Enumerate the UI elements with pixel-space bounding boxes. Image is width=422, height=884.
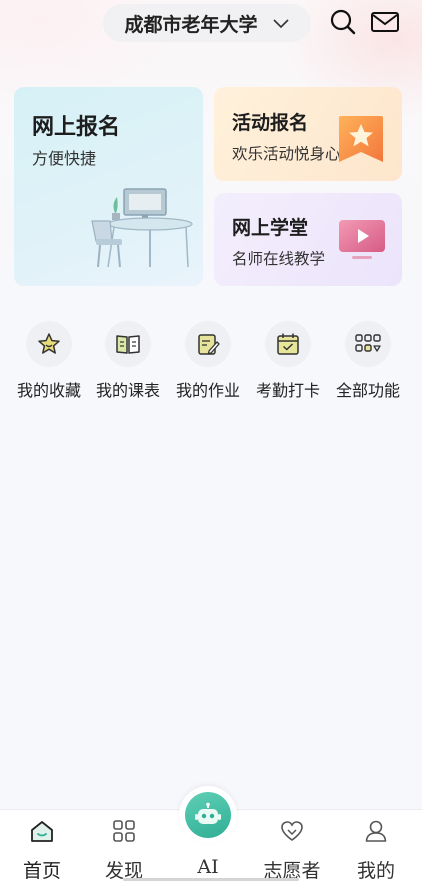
- mail-icon[interactable]: [370, 8, 400, 36]
- home-icon: [31, 821, 53, 842]
- quick-all-functions-label: 全部功能: [335, 381, 400, 400]
- online-signup-subtitle: 方便快捷: [32, 149, 97, 168]
- tab-ai-label: AI: [197, 856, 219, 878]
- activity-signup-subtitle: 欢乐活动悦身心: [232, 145, 341, 163]
- online-class-card[interactable]: 网上学堂 名师在线教学: [214, 193, 402, 286]
- online-class-subtitle: 名师在线教学: [232, 250, 326, 268]
- tab-profile-label: 我的: [356, 860, 395, 882]
- tab-discover[interactable]: 发现: [82, 810, 166, 884]
- quick-favorites-label: 我的收藏: [16, 381, 81, 400]
- quick-homework-label: 我的作业: [175, 381, 240, 400]
- online-class-title: 网上学堂: [232, 217, 309, 239]
- school-selector[interactable]: 成都市老年大学: [103, 4, 311, 42]
- search-icon[interactable]: [329, 8, 357, 36]
- volunteer-heart-icon: [281, 821, 303, 841]
- quick-favorites[interactable]: 我的收藏: [9, 321, 89, 401]
- tab-profile[interactable]: 我的: [334, 810, 418, 884]
- school-name: 成都市老年大学: [124, 13, 258, 36]
- robot-icon: [195, 802, 221, 824]
- quick-homework[interactable]: 我的作业: [168, 321, 248, 401]
- home-indicator: [123, 878, 299, 881]
- quick-schedule[interactable]: 我的课表: [88, 321, 168, 401]
- online-signup-title: 网上报名: [32, 114, 121, 140]
- video-play-icon: [339, 220, 385, 259]
- profile-icon: [365, 820, 387, 842]
- quick-attendance-label: 考勤打卡: [255, 381, 320, 400]
- quick-schedule-label: 我的课表: [95, 381, 160, 400]
- tab-home[interactable]: 首页: [0, 810, 84, 884]
- homework-icon: [198, 334, 220, 355]
- tab-volunteer[interactable]: 志愿者: [250, 810, 334, 884]
- desk-illustration-icon: [91, 188, 193, 268]
- activity-signup-card[interactable]: 活动报名 欢乐活动悦身心: [214, 87, 402, 181]
- quick-all-functions[interactable]: 全部功能: [328, 321, 408, 401]
- online-signup-card[interactable]: 网上报名 方便快捷: [14, 87, 203, 286]
- book-icon: [116, 335, 140, 354]
- calendar-check-icon: [277, 333, 299, 355]
- star-flag-icon: [339, 116, 383, 162]
- activity-signup-title: 活动报名: [232, 112, 309, 134]
- tab-home-label: 首页: [22, 860, 61, 882]
- discover-icon: [113, 820, 135, 842]
- ai-assistant-button[interactable]: [179, 786, 237, 844]
- grid-icon: [355, 334, 381, 352]
- quick-attendance[interactable]: 考勤打卡: [248, 321, 328, 401]
- star-icon: [38, 333, 60, 354]
- chevron-down-icon: [272, 19, 289, 29]
